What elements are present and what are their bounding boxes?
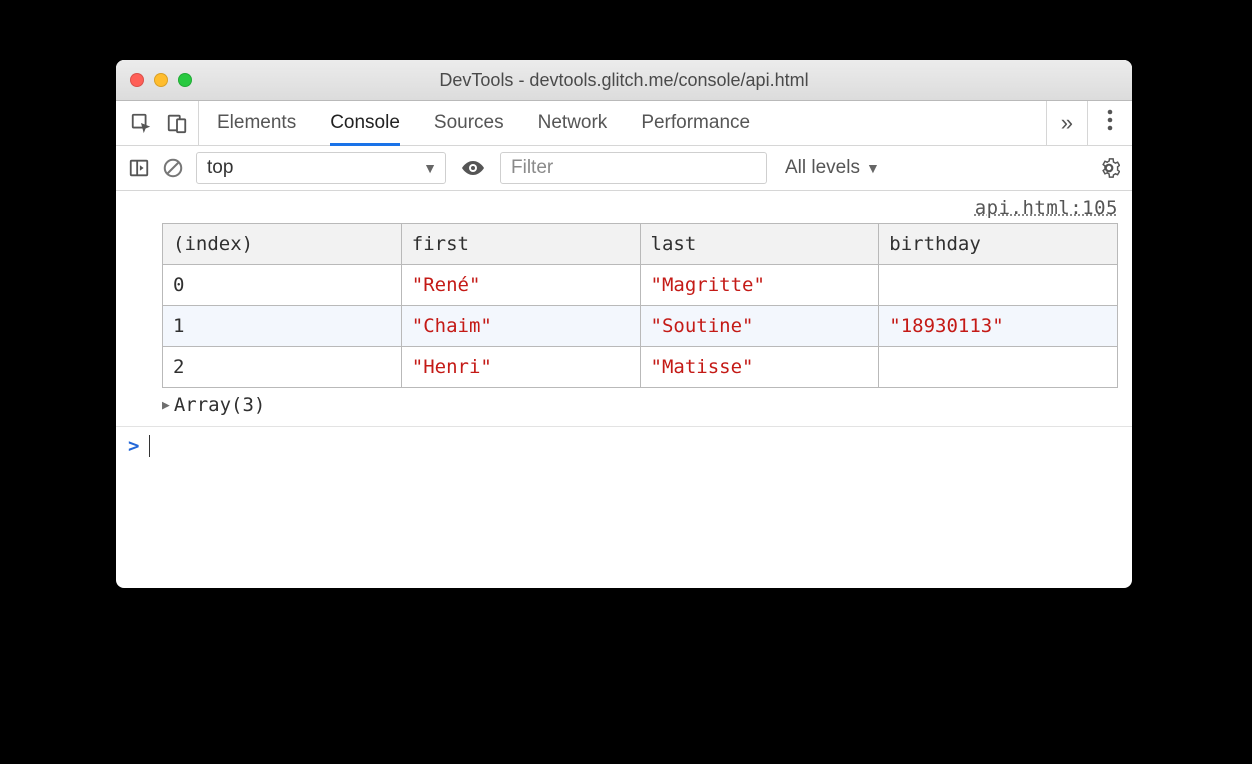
cell-last: "Matisse" — [640, 347, 879, 388]
inspect-tools — [116, 101, 199, 145]
tab-sources[interactable]: Sources — [434, 101, 504, 145]
cell-first: "René" — [401, 265, 640, 306]
object-expand-toggle[interactable]: ▶ Array(3) — [162, 394, 1132, 416]
console-prompt[interactable]: > — [116, 426, 1132, 457]
window-title: DevTools - devtools.glitch.me/console/ap… — [116, 70, 1132, 91]
cell-index: 2 — [163, 347, 402, 388]
tab-label: Elements — [217, 112, 296, 134]
kebab-icon — [1107, 109, 1113, 137]
cell-birthday: "18930113" — [879, 306, 1118, 347]
tabs-overflow-button[interactable]: » — [1046, 101, 1088, 145]
context-label: top — [207, 157, 233, 179]
context-selector[interactable]: top ▼ — [196, 152, 446, 184]
inspect-element-icon[interactable] — [130, 112, 152, 134]
col-header-index[interactable]: (index) — [163, 224, 402, 265]
cell-last: "Soutine" — [640, 306, 879, 347]
maximize-button[interactable] — [178, 73, 192, 87]
col-header-first[interactable]: first — [401, 224, 640, 265]
filter-input[interactable] — [500, 152, 767, 184]
log-levels-selector[interactable]: All levels ▼ — [785, 157, 880, 179]
cell-first: "Chaim" — [401, 306, 640, 347]
prompt-caret-icon: > — [128, 435, 139, 457]
tab-label: Performance — [641, 112, 750, 134]
console-toolbar: top ▼ All levels ▼ — [116, 146, 1132, 191]
tab-elements[interactable]: Elements — [217, 101, 296, 145]
tab-performance[interactable]: Performance — [641, 101, 750, 145]
panel-tabs: Elements Console Sources Network Perform… — [199, 101, 1046, 145]
col-header-birthday[interactable]: birthday — [879, 224, 1118, 265]
live-expression-icon[interactable] — [460, 157, 486, 179]
chevron-down-icon: ▼ — [423, 160, 437, 176]
cell-birthday — [879, 265, 1118, 306]
object-summary: Array(3) — [174, 394, 266, 416]
devtools-window: DevTools - devtools.glitch.me/console/ap… — [116, 60, 1132, 588]
col-header-last[interactable]: last — [640, 224, 879, 265]
tab-label: Network — [538, 112, 608, 134]
table-row[interactable]: 2 "Henri" "Matisse" — [163, 347, 1118, 388]
levels-label: All levels — [785, 157, 860, 179]
clear-console-icon[interactable] — [162, 157, 184, 179]
console-settings-icon[interactable] — [1098, 157, 1120, 179]
cell-last: "Magritte" — [640, 265, 879, 306]
chevron-down-icon: ▼ — [866, 160, 880, 176]
cell-index: 0 — [163, 265, 402, 306]
triangle-right-icon: ▶ — [162, 398, 170, 413]
text-cursor — [149, 435, 150, 457]
tab-label: Console — [330, 112, 400, 134]
chevron-right-double-icon: » — [1061, 110, 1073, 136]
tab-label: Sources — [434, 112, 504, 134]
cell-first: "Henri" — [401, 347, 640, 388]
toggle-sidebar-icon[interactable] — [128, 157, 150, 179]
table-row[interactable]: 1 "Chaim" "Soutine" "18930113" — [163, 306, 1118, 347]
panel-tabs-row: Elements Console Sources Network Perform… — [116, 101, 1132, 146]
device-toolbar-icon[interactable] — [166, 112, 188, 134]
window-controls — [130, 73, 192, 87]
source-link[interactable]: api.html:105 — [975, 197, 1118, 219]
table-row[interactable]: 0 "René" "Magritte" — [163, 265, 1118, 306]
console-body: api.html:105 (index) first last birthday… — [116, 191, 1132, 588]
titlebar: DevTools - devtools.glitch.me/console/ap… — [116, 60, 1132, 101]
more-menu-button[interactable] — [1088, 101, 1132, 145]
close-button[interactable] — [130, 73, 144, 87]
cell-birthday — [879, 347, 1118, 388]
tab-network[interactable]: Network — [538, 101, 608, 145]
minimize-button[interactable] — [154, 73, 168, 87]
cell-index: 1 — [163, 306, 402, 347]
tab-console[interactable]: Console — [330, 101, 400, 145]
console-table: (index) first last birthday 0 "René" "Ma… — [162, 223, 1118, 388]
